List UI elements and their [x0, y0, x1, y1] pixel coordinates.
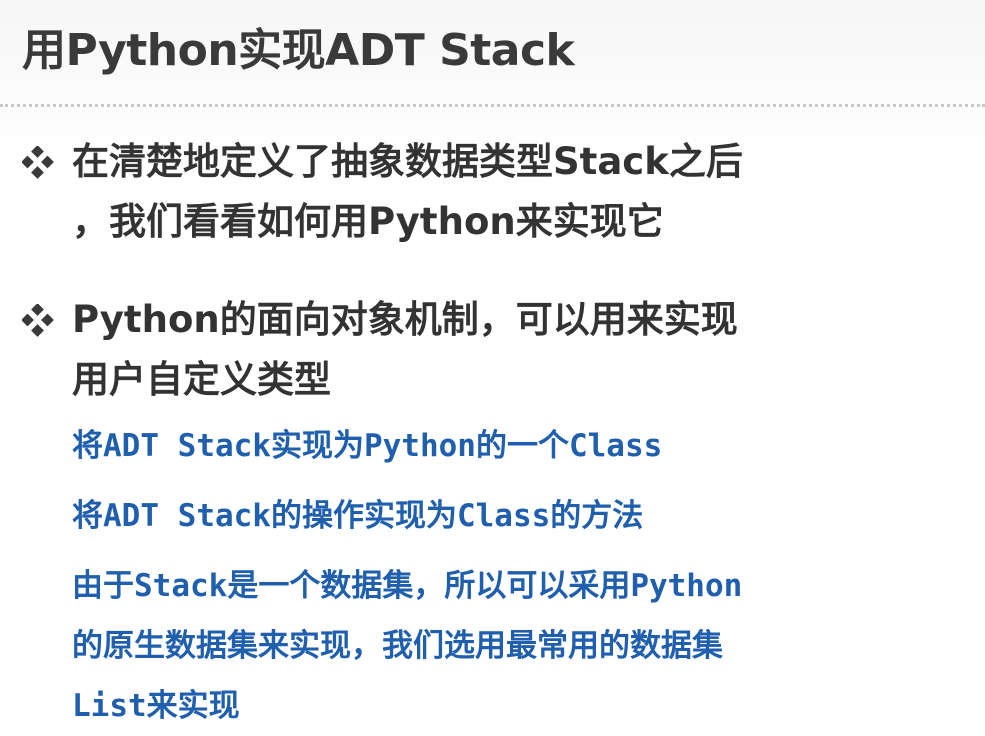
slide-title: 用Python实现ADT Stack: [22, 25, 575, 76]
diamond-bullet-icon: [22, 304, 54, 337]
diamond-bullet-icon: [22, 146, 54, 179]
bullet-text-1: 在清楚地定义了抽象数据类型Stack之后 ，我们看看如何用Python来实现它: [72, 140, 743, 243]
bullet-text-2: Python的面向对象机制，可以用来实现 用户自定义类型: [72, 298, 738, 401]
bullet-item-1: 在清楚地定义了抽象数据类型Stack之后 ，我们看看如何用Python来实现它: [22, 132, 972, 252]
sub-item-1: 将ADT Stack实现为Python的一个Class: [72, 428, 663, 464]
sub-item-3: 由于Stack是一个数据集，所以可以采用Python 的原生数据集来实现，我们选…: [72, 568, 743, 724]
bullet-item-2: Python的面向对象机制，可以用来实现 用户自定义类型: [22, 290, 972, 410]
sub-item-2: 将ADT Stack的操作实现为Class的方法: [72, 498, 644, 534]
title-divider: [0, 104, 985, 107]
slide: 用Python实现ADT Stack 在清楚地定义了抽象数据类型Stack之后 …: [0, 0, 985, 731]
